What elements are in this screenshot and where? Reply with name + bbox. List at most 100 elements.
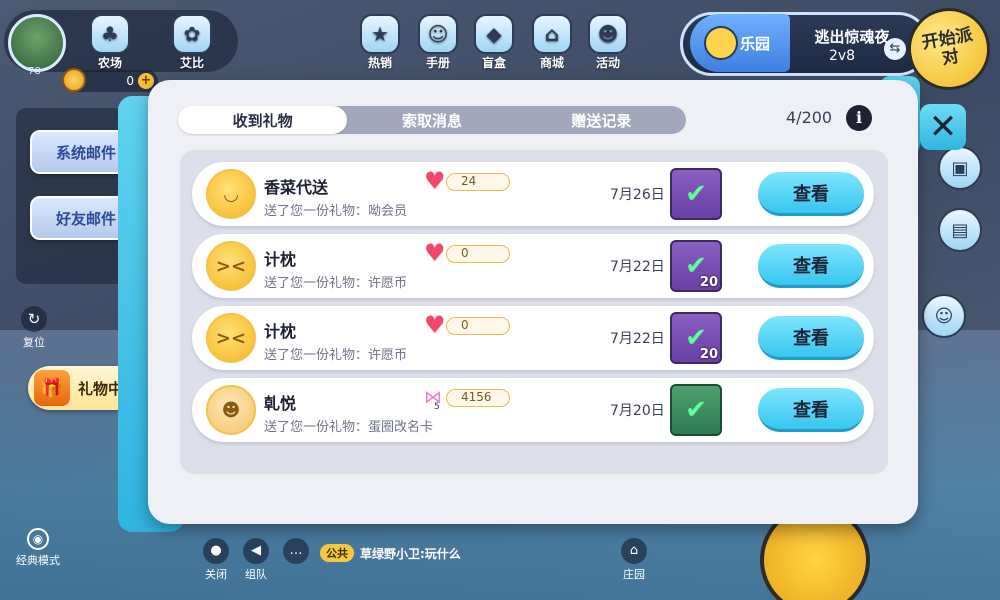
gift-item-icon: ✔ 20 [670,240,722,292]
likes-value: 0 [446,245,510,263]
gift-item-icon: ✔ [670,168,722,220]
chat-line[interactable]: 公共 草绿野小卫:玩什么 [316,542,471,564]
view-button[interactable]: 查看 [758,316,864,360]
chat-message: 草绿野小卫:玩什么 [360,546,461,561]
abby-button[interactable]: ✿ 艾比 [172,14,212,71]
bow-level: 5 [434,402,440,412]
farm-button[interactable]: ♣ 农场 [90,14,130,71]
shop-icon: ⌂ [532,14,572,54]
player-level: 78 [28,66,41,77]
box-icon[interactable]: ▣ [938,146,982,190]
paradise-button[interactable]: 乐园 [690,14,790,72]
handbook-label: 手册 [425,56,450,70]
abby-label: 艾比 [179,56,204,70]
reset-label: 复位 [23,336,45,349]
shop-label: 商城 [539,56,564,70]
sender-avatar: ◡ [206,169,256,219]
paradise-label: 乐园 [739,34,770,53]
list-item: >< 计枕 送了您一份礼物：许愿币 ♥ 0 7月22日 ✔ 20 查看 [192,306,874,370]
handbook-icon: ☺ [418,14,458,54]
sender-name: 乹悦 [264,394,297,413]
reset-button[interactable]: ↻ 复位 [18,306,50,350]
tab-received-gifts[interactable]: 收到礼物 [178,106,348,134]
home-button[interactable]: ⌂ 庄园 [618,538,650,582]
event-icon: ☻ [588,14,628,54]
home-label: 庄园 [623,568,645,581]
view-button[interactable]: 查看 [758,172,864,216]
friend-mail-label: 好友邮件 [55,209,116,228]
gift-quantity: 20 [699,275,718,290]
sender-name: 计枕 [264,322,297,341]
hot-sale-label: 热销 [367,56,392,70]
sender-name: 计枕 [264,250,297,269]
gift-date: 7月22日 [610,331,665,347]
gift-quantity: 20 [699,347,718,362]
cart-icon[interactable]: ▤ [938,208,982,252]
gift-message: 送了您一份礼物：蛋圈改名卡 [264,420,434,435]
view-button[interactable]: 查看 [758,244,864,288]
system-mail-label: 系统邮件 [55,143,116,162]
classic-mode-label: 经典模式 [16,554,60,567]
house-icon: ⌂ [621,538,647,564]
sender-name: 香菜代送 [264,178,329,197]
gift-icon: 🎁 [34,370,70,406]
classic-mode-button[interactable]: ◉ 经典模式 [12,528,64,568]
gift-tabs: 收到礼物 索取消息 赠送记录 [178,106,686,134]
speaker-icon: ◀ [243,538,269,564]
shop-button[interactable]: ⌂ 商城 [532,14,572,71]
add-coin-button[interactable]: + [138,73,154,89]
coin-icon [62,68,86,92]
handbook-button[interactable]: ☺ 手册 [418,14,458,71]
likes-value: 24 [446,173,510,191]
gift-date: 7月20日 [610,403,665,419]
gift-message: 送了您一份礼物：许愿币 [264,348,408,363]
sender-avatar: >< [206,241,256,291]
farm-label: 农场 [97,56,122,70]
list-item: >< 计枕 送了您一份礼物：许愿币 ♥ 0 7月22日 ✔ 20 查看 [192,234,874,298]
blind-box-icon: ◆ [474,14,514,54]
gift-date: 7月26日 [610,187,665,203]
mode-players: 2v8 [828,48,856,64]
likes: ♥ 24 [424,169,512,193]
blind-box-button[interactable]: ◆ 盲盒 [474,14,514,71]
gift-message: 送了您一份礼物：许愿币 [264,276,408,291]
event-button[interactable]: ☻ 活动 [588,14,628,71]
likes: ⋈ 5 4156 [424,387,512,412]
hot-sale-button[interactable]: ★ 热销 [360,14,400,71]
likes: ♥ 0 [424,241,512,265]
tab-send-history[interactable]: 赠送记录 [517,106,686,134]
gift-item-icon: ✔ 20 [670,312,722,364]
coin-value: 0 [126,74,134,88]
info-icon[interactable]: i [846,105,872,131]
gift-item-icon: ✔ [670,384,722,436]
gift-date: 7月22日 [610,259,665,275]
mute-label: 关闭 [205,568,227,581]
sender-avatar: >< [206,313,256,363]
likes: ♥ 0 [424,313,512,337]
reset-icon: ↻ [21,306,47,332]
mute-button[interactable]: ● 关闭 [200,538,232,582]
coin-counter: 0 + [62,68,158,92]
chat-button[interactable]: … [280,538,312,566]
event-label: 活动 [595,56,620,70]
blind-box-label: 盲盒 [481,56,506,70]
list-item: ◡ 香菜代送 送了您一份礼物：呦会员 ♥ 24 7月26日 ✔ 查看 [192,162,874,226]
gift-message: 送了您一份礼物：呦会员 [264,204,408,219]
likes-value: 0 [446,317,510,335]
emote-icon[interactable]: ☺ [922,294,966,338]
close-icon[interactable]: ✕ [920,104,966,150]
tab-request-messages[interactable]: 索取消息 [347,106,516,134]
team-button[interactable]: ◀ 组队 [240,538,272,582]
hot-sale-icon: ★ [360,14,400,54]
start-party-label: 开始派对 [920,24,975,70]
swap-mode-icon[interactable]: ⇆ [884,38,906,60]
view-button[interactable]: 查看 [758,388,864,432]
list-item: ☻ 乹悦 送了您一份礼物：蛋圈改名卡 ⋈ 5 4156 7月20日 ✔ 查看 [192,378,874,442]
sender-avatar: ☻ [206,385,256,435]
microphone-icon: ● [203,538,229,564]
player-avatar[interactable] [8,14,66,72]
chat-bubble-icon: … [283,538,309,564]
chat-channel-tag: 公共 [320,544,354,562]
gift-dialog: 收到礼物 索取消息 赠送记录 4/200 i ◡ 香菜代送 送了您一份礼物：呦会… [148,80,918,524]
farm-icon: ♣ [90,14,130,54]
